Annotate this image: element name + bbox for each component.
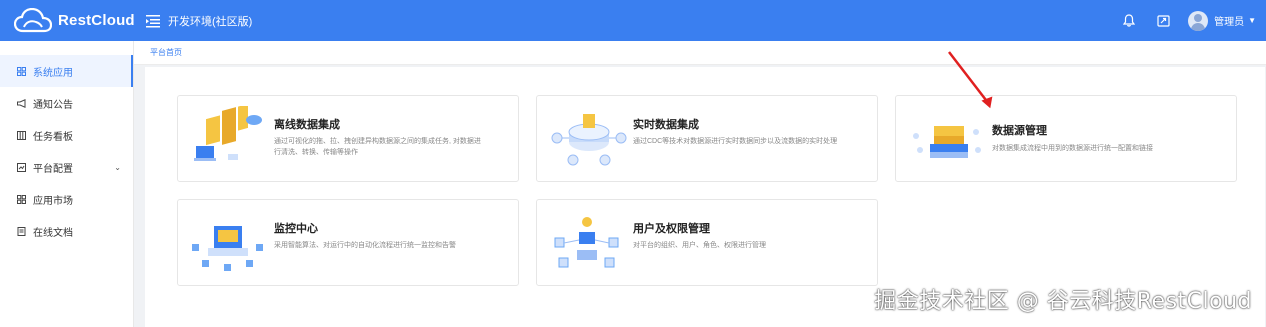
- user-name[interactable]: 管理员: [1214, 13, 1244, 28]
- card-description: 通过CDC等技术对数据源进行实时数据同步以及流数据的实时处理: [633, 138, 838, 145]
- grid-icon: [17, 194, 26, 204]
- avatar[interactable]: [1188, 10, 1209, 31]
- window-icon: [17, 162, 26, 172]
- sidebar-item-label: 通知公告: [33, 99, 73, 111]
- sidebar-item-label: 应用市场: [33, 195, 73, 207]
- card-title: 离线数据集成: [274, 119, 340, 131]
- sidebar-item-label: 在线文档: [33, 227, 73, 239]
- sidebar-item-task-board[interactable]: 任务看板: [0, 119, 133, 151]
- card-monitoring-center[interactable]: 监控中心 采用智能算法、对运行中的自动化流程进行统一监控和告警: [177, 199, 519, 286]
- card-description: 对平台的组织、用户、角色、权限进行管理: [633, 242, 766, 249]
- card-description: 对数据集成流程中用到的数据源进行统一配置和链接: [992, 145, 1153, 152]
- sidebar: 系统应用 通知公告 任务看板 平台配置 ⌄ 应用市场 在线文档: [0, 41, 134, 327]
- user-permission-illustration-icon: [554, 217, 619, 268]
- megaphone-icon: [17, 98, 26, 108]
- sidebar-item-label: 系统应用: [33, 67, 73, 79]
- card-description: 采用智能算法、对运行中的自动化流程进行统一监控和告警: [274, 242, 456, 249]
- logo-text: RestCloud: [58, 12, 135, 29]
- sidebar-item-notices[interactable]: 通知公告: [0, 87, 133, 119]
- sidebar-item-online-docs[interactable]: 在线文档: [0, 215, 133, 247]
- sidebar-item-platform-config[interactable]: 平台配置 ⌄: [0, 151, 133, 183]
- bell-icon[interactable]: [1112, 0, 1146, 41]
- card-user-permission-management[interactable]: 用户及权限管理 对平台的组织、用户、角色、权限进行管理: [536, 199, 878, 286]
- monitoring-center-illustration-icon: [192, 226, 263, 271]
- logo[interactable]: RestCloud: [0, 7, 140, 34]
- datasource-management-illustration-icon: [913, 126, 981, 158]
- card-title: 用户及权限管理: [633, 223, 710, 235]
- card-realtime-integration[interactable]: 实时数据集成 通过CDC等技术对数据源进行实时数据同步以及流数据的实时处理: [536, 95, 878, 182]
- realtime-integration-illustration-icon: [551, 114, 627, 166]
- offline-integration-illustration-icon: [194, 106, 262, 161]
- card-title: 监控中心: [274, 223, 318, 235]
- card-description: 通过可视化的拖、拉、拽创建异构数据源之间的集成任务, 对数据进行清洗、转换、传输…: [274, 138, 481, 156]
- card-title: 实时数据集成: [633, 119, 699, 131]
- document-icon: [17, 226, 26, 236]
- sidebar-item-label: 任务看板: [33, 131, 73, 143]
- top-header: RestCloud 开发环境(社区版) 管理员 ▼: [0, 0, 1266, 41]
- header-actions: 管理员 ▼: [1112, 0, 1266, 41]
- sidebar-item-label: 平台配置: [33, 163, 73, 175]
- breadcrumb: 平台首页: [134, 41, 1266, 65]
- grid-icon: [17, 66, 26, 76]
- env-title: 开发环境(社区版): [168, 15, 253, 28]
- menu-toggle-icon[interactable]: [146, 14, 160, 28]
- chevron-down-icon[interactable]: ⌄: [114, 163, 121, 172]
- watermark: 掘金技术社区 @ 谷云科技RestCloud: [874, 289, 1252, 314]
- board-icon: [17, 130, 26, 140]
- sidebar-item-system-apps[interactable]: 系统应用: [0, 55, 133, 87]
- fullscreen-icon[interactable]: [1146, 0, 1180, 41]
- caret-down-icon[interactable]: ▼: [1248, 16, 1256, 25]
- card-offline-integration[interactable]: 离线数据集成 通过可视化的拖、拉、拽创建异构数据源之间的集成任务, 对数据进行清…: [177, 95, 519, 182]
- breadcrumb-home-link[interactable]: 平台首页: [150, 47, 182, 58]
- sidebar-item-app-market[interactable]: 应用市场: [0, 183, 133, 215]
- card-title: 数据源管理: [992, 125, 1047, 137]
- red-arrow-annotation-icon: [948, 51, 993, 109]
- cloud-logo-icon: [14, 7, 52, 32]
